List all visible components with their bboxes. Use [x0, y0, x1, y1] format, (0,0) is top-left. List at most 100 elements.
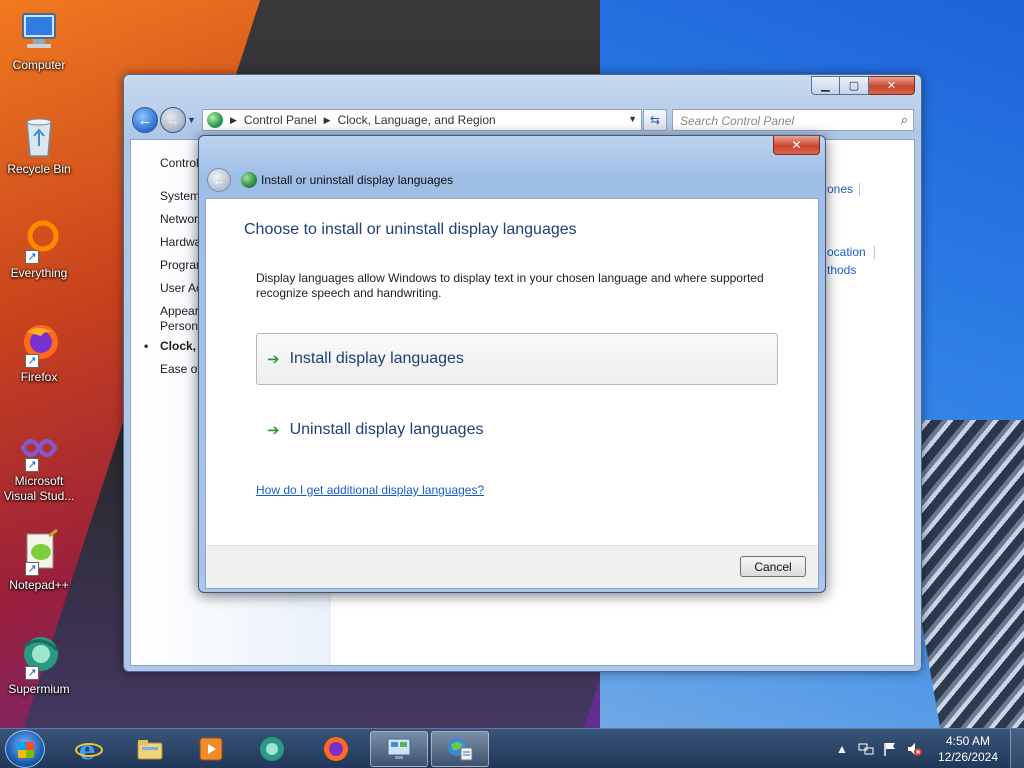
- desktop-icon-everything[interactable]: ↗ Everything: [2, 216, 76, 281]
- supermium-icon: ↗: [15, 632, 63, 680]
- desktop-icon-computer[interactable]: Computer: [2, 8, 76, 73]
- taskbar-firefox[interactable]: [307, 731, 365, 767]
- dialog-close-button[interactable]: ✕: [773, 136, 820, 155]
- search-placeholder: Search Control Panel: [680, 114, 795, 128]
- control-panel-icon: [387, 738, 411, 759]
- desktop-icon-label: Supermium: [8, 682, 70, 696]
- command-link-label: Uninstall display languages: [289, 421, 484, 438]
- folder-icon: [137, 740, 163, 760]
- dialog-titlebar: ← Install or uninstall display languages: [207, 167, 453, 193]
- desktop-icon-label: Recycle Bin: [7, 162, 71, 176]
- address-dropdown-icon[interactable]: ▼: [628, 114, 637, 124]
- right-link-input-methods[interactable]: thods: [827, 263, 856, 277]
- breadcrumb-clock-language-region[interactable]: Clock, Language, and Region: [338, 113, 496, 127]
- everything-icon: ↗: [15, 216, 63, 264]
- volume-muted-icon[interactable]: [905, 741, 923, 757]
- sidebar-item-system[interactable]: System: [160, 189, 200, 203]
- start-button[interactable]: [5, 730, 45, 768]
- navigation-buttons: ← → ▼: [132, 107, 197, 133]
- computer-icon: [15, 8, 63, 56]
- taskbar-file-explorer[interactable]: [121, 731, 179, 767]
- shortcut-arrow-icon: ↗: [25, 250, 39, 264]
- desktop-icon-visual-studio[interactable]: ↗ Microsoft Visual Stud...: [2, 424, 76, 504]
- install-display-languages-dialog: ✕ ← Install or uninstall display languag…: [198, 135, 826, 593]
- minimize-button[interactable]: ▁: [811, 76, 840, 95]
- desktop-icon-recycle-bin[interactable]: Recycle Bin: [2, 112, 76, 177]
- breadcrumb-control-panel[interactable]: Control Panel: [244, 113, 317, 127]
- media-player-icon: [199, 737, 223, 761]
- uninstall-display-languages-button[interactable]: ➔ Uninstall display languages: [256, 404, 778, 456]
- shortcut-arrow-icon: ↗: [25, 354, 39, 368]
- show-hidden-icons-chevron-icon[interactable]: ▲: [833, 741, 851, 757]
- recent-pages-dropdown[interactable]: ▼: [187, 115, 197, 125]
- desktop-icon-label: Notepad++: [9, 578, 69, 592]
- desktop-icon-label: Firefox: [20, 370, 58, 384]
- control-panel-icon: [207, 112, 223, 128]
- link-separator: [859, 183, 860, 196]
- link-separator: [874, 246, 875, 259]
- breadcrumb-separator-icon[interactable]: ▶: [324, 115, 331, 126]
- language-globe-icon: [241, 172, 257, 188]
- network-icon[interactable]: [857, 741, 875, 757]
- search-icon[interactable]: ⌕: [901, 112, 908, 128]
- dialog-content: Choose to install or uninstall display l…: [205, 198, 819, 545]
- desktop-icon-label: Microsoft Visual Stud...: [3, 474, 75, 503]
- window-caption-buttons: ▁ ▢ ✕: [811, 76, 915, 95]
- green-arrow-icon: ➔: [267, 351, 280, 368]
- show-desktop-button[interactable]: [1010, 729, 1024, 768]
- forward-button[interactable]: →: [160, 107, 186, 133]
- right-link-location[interactable]: ocation: [827, 245, 866, 259]
- help-link[interactable]: How do I get additional display language…: [256, 483, 484, 497]
- desktop-icon-label: Computer: [12, 58, 66, 72]
- taskbar-internet-explorer[interactable]: e: [60, 731, 118, 767]
- svg-text:e: e: [79, 736, 96, 763]
- green-arrow-icon: ➔: [267, 422, 280, 439]
- shortcut-arrow-icon: ↗: [25, 666, 39, 680]
- search-input[interactable]: Search Control Panel ⌕: [672, 109, 914, 131]
- internet-explorer-icon: e: [75, 736, 103, 763]
- dialog-footer: Cancel: [205, 545, 819, 589]
- action-center-flag-icon[interactable]: [881, 741, 899, 757]
- clock-date: 12/26/2024: [937, 750, 999, 764]
- shortcut-arrow-icon: ↗: [25, 562, 39, 576]
- cancel-button[interactable]: Cancel: [740, 556, 806, 577]
- desktop-icon-firefox[interactable]: ↗ Firefox: [2, 320, 76, 385]
- dialog-title: Install or uninstall display languages: [261, 173, 454, 187]
- dialog-description: Display languages allow Windows to displ…: [256, 271, 764, 300]
- dialog-heading: Choose to install or uninstall display l…: [244, 221, 577, 238]
- taskbar: e ▲ 4:50 AM 12/26/2024: [0, 728, 1024, 768]
- sidebar-item-ease-of-access[interactable]: Ease of: [160, 362, 201, 376]
- clock-time: 4:50 AM: [945, 734, 991, 748]
- sidebar-item-control-panel-home[interactable]: Control: [160, 156, 199, 170]
- language-globe-icon: [448, 738, 473, 761]
- notepad-plus-plus-icon: ↗: [15, 528, 63, 576]
- taskbar-media-player[interactable]: [182, 731, 240, 767]
- install-display-languages-button[interactable]: ➔ Install display languages: [256, 333, 778, 385]
- recycle-bin-icon: [15, 112, 63, 160]
- right-link-time-zones[interactable]: ones: [827, 182, 853, 196]
- command-link-label: Install display languages: [289, 350, 464, 367]
- supermium-icon: [260, 737, 284, 761]
- address-bar[interactable]: ▶ Control Panel ▶ Clock, Language, and R…: [202, 109, 642, 131]
- taskbar-language-dialog[interactable]: [431, 731, 489, 767]
- desktop-icon-notepad-plus-plus[interactable]: ↗ Notepad++: [2, 528, 76, 593]
- visual-studio-icon: ↗: [15, 424, 63, 472]
- close-button[interactable]: ✕: [869, 76, 915, 95]
- firefox-icon: ↗: [15, 320, 63, 368]
- sidebar-item-user-accounts[interactable]: User Ac: [160, 281, 202, 295]
- system-tray: ▲ 4:50 AM 12/26/2024: [830, 729, 1024, 768]
- sidebar-item-hardware[interactable]: Hardwa: [160, 235, 201, 249]
- sidebar-item-appearance[interactable]: Appear: [160, 304, 199, 318]
- desktop-icon-label: Everything: [10, 266, 68, 280]
- taskbar-control-panel[interactable]: [370, 731, 428, 767]
- shortcut-arrow-icon: ↗: [25, 458, 39, 472]
- desktop-icon-supermium[interactable]: ↗ Supermium: [2, 632, 76, 697]
- maximize-button[interactable]: ▢: [840, 76, 869, 95]
- dialog-back-button[interactable]: ←: [207, 168, 231, 192]
- breadcrumb-separator-icon[interactable]: ▶: [230, 115, 237, 126]
- taskbar-supermium[interactable]: [243, 731, 301, 767]
- clock[interactable]: 4:50 AM 12/26/2024: [930, 733, 1006, 765]
- refresh-button[interactable]: ⇆: [643, 109, 667, 131]
- firefox-icon: [324, 737, 348, 761]
- back-button[interactable]: ←: [132, 107, 158, 133]
